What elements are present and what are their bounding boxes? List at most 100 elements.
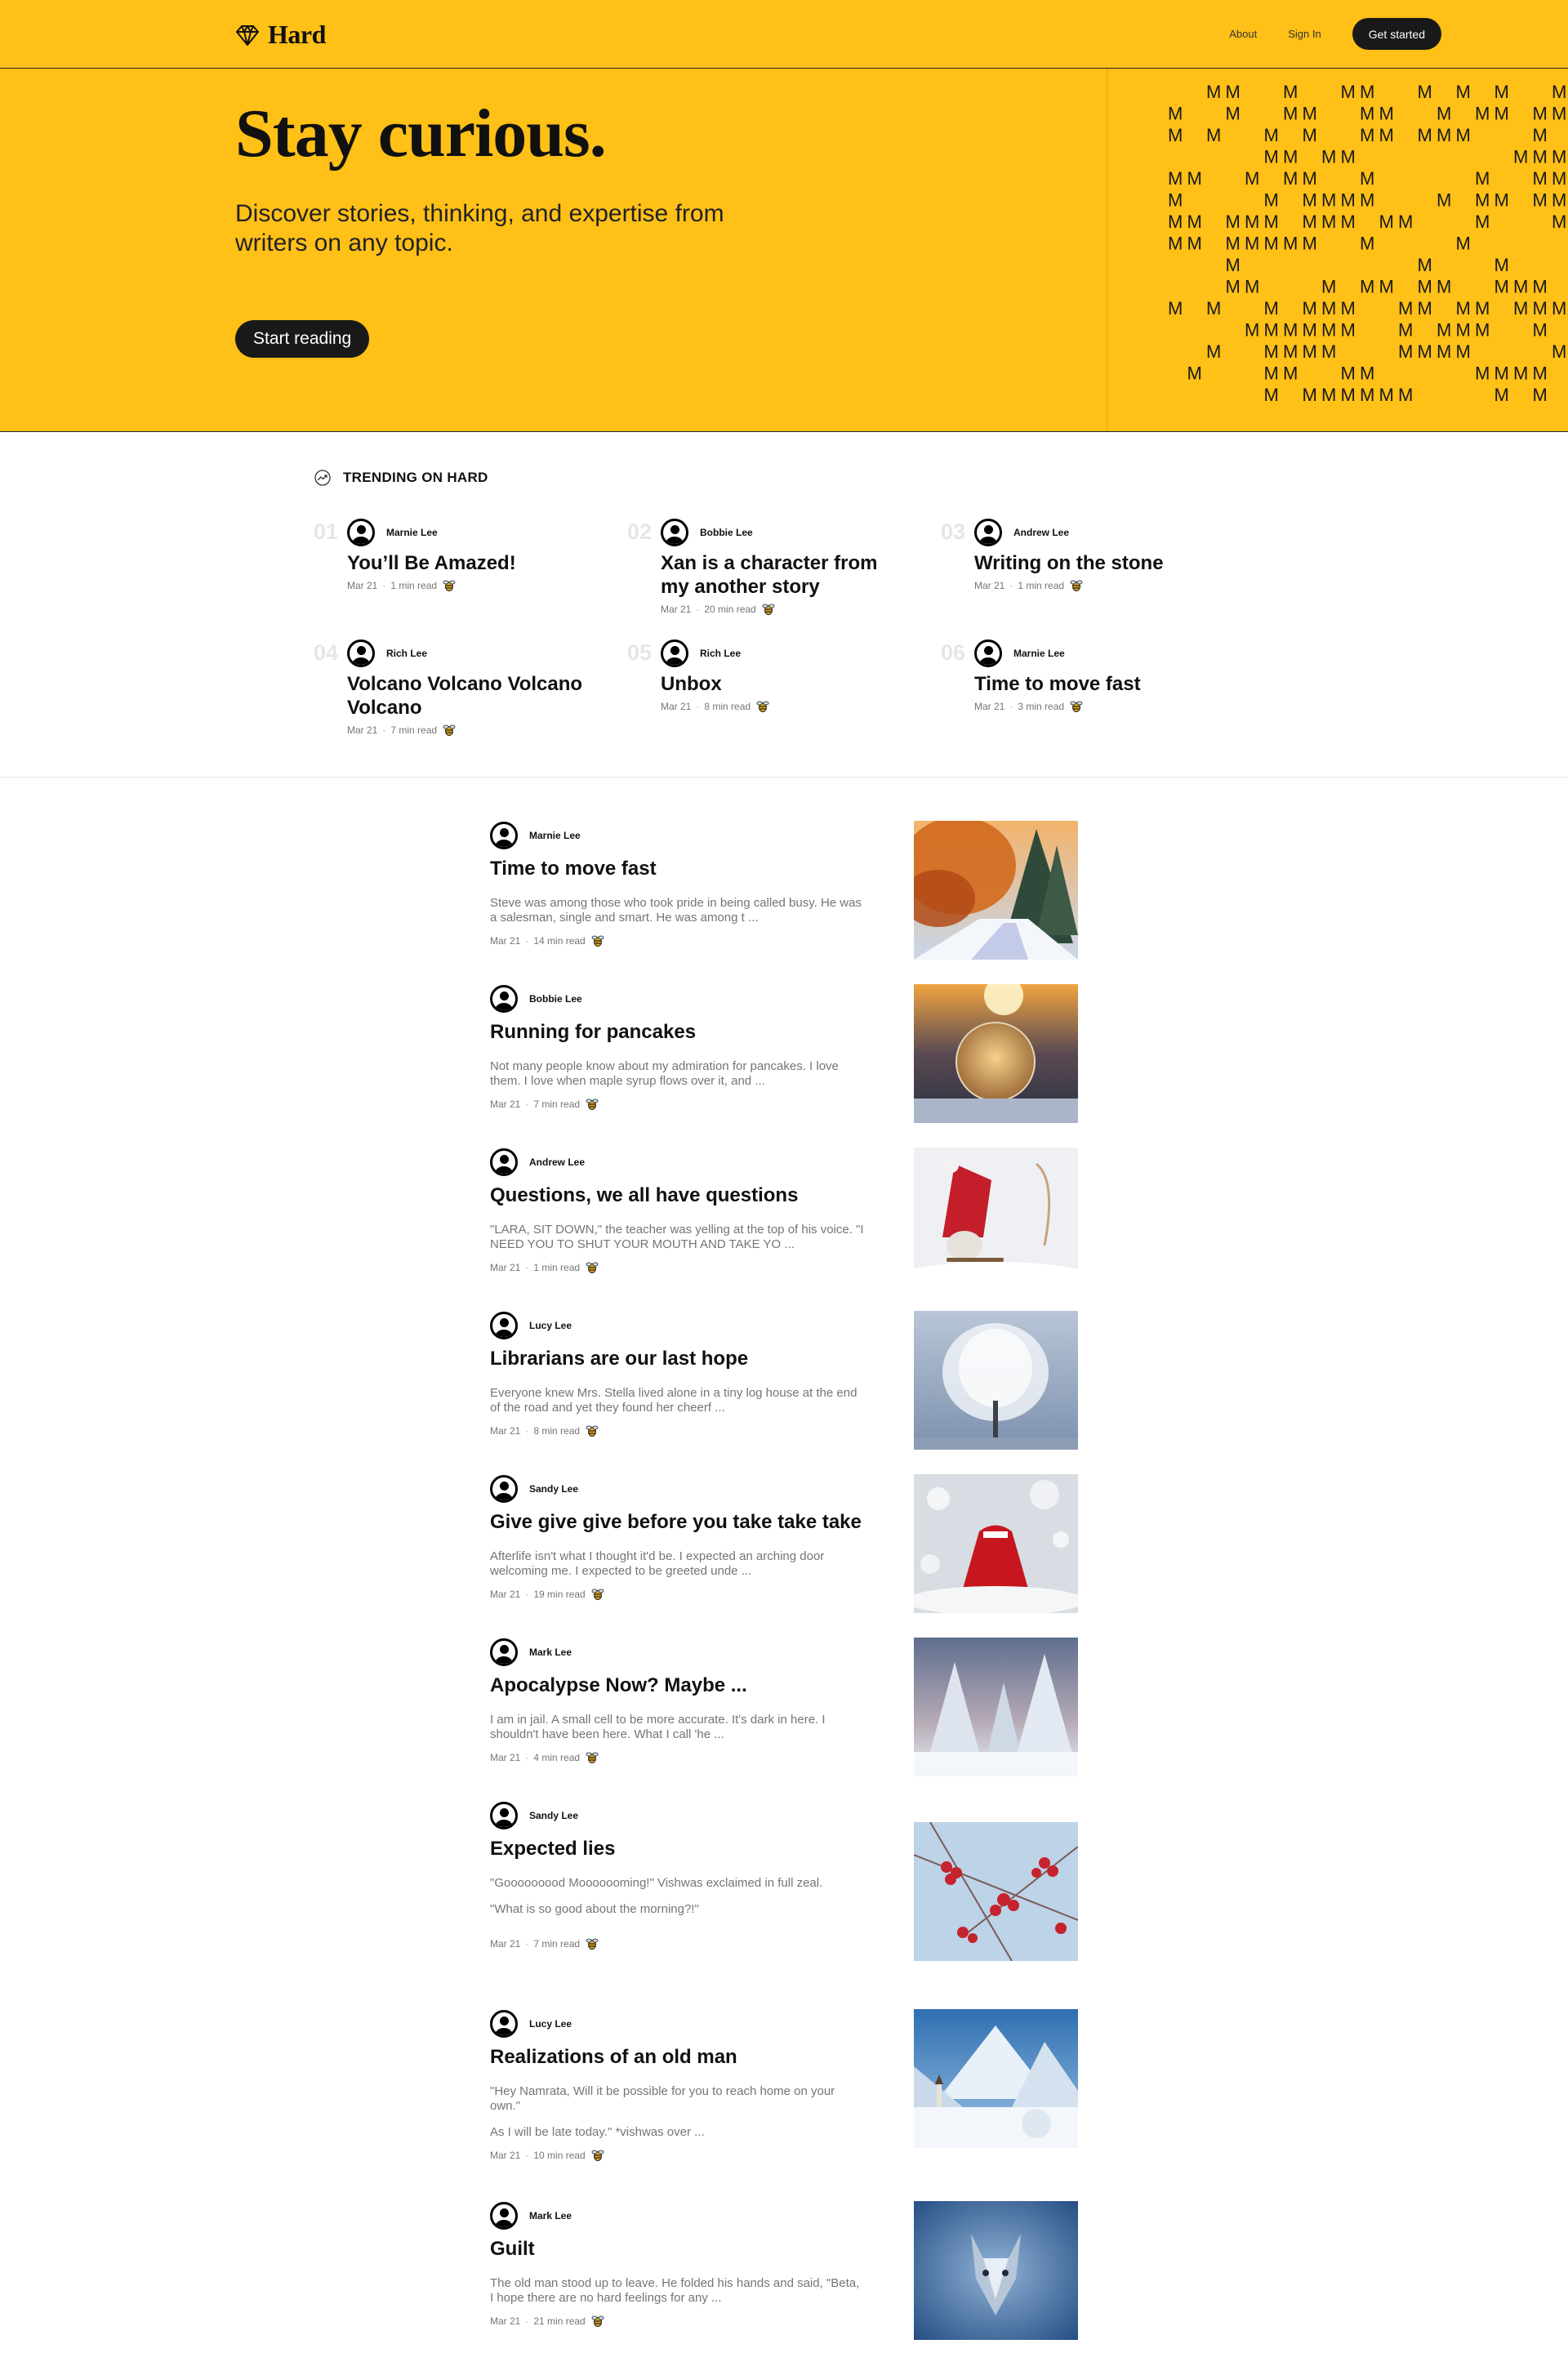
avatar[interactable] (490, 1148, 518, 1176)
avatar[interactable] (661, 519, 688, 546)
pattern-letter: M (1206, 341, 1221, 362)
autumn-snow-path-thumbnail[interactable] (914, 821, 1078, 960)
frozen-bubble-sunset-thumbnail[interactable] (914, 984, 1078, 1123)
pattern-letter: M (1226, 234, 1241, 254)
gnome-on-sled-thumbnail[interactable] (914, 1148, 1078, 1286)
pattern-letter: M (1226, 212, 1241, 232)
author-name[interactable]: Marnie Lee (386, 527, 438, 538)
author-name[interactable]: Andrew Lee (1013, 527, 1069, 538)
avatar[interactable] (490, 2202, 518, 2230)
pattern-letter: M (1494, 363, 1509, 384)
pattern-letter: M (1226, 82, 1241, 102)
author-name[interactable]: Rich Lee (386, 648, 427, 659)
pattern-letter: M (1264, 125, 1279, 145)
avatar[interactable] (347, 639, 375, 667)
pattern-letter: M (1475, 320, 1490, 341)
wolf-blue-thumbnail[interactable] (914, 2201, 1078, 2340)
red-berries-frost-thumbnail[interactable] (914, 1822, 1078, 1961)
post-date: Mar 21 (347, 580, 378, 591)
author-name[interactable]: Bobbie Lee (700, 527, 753, 538)
author-name[interactable]: Sandy Lee (529, 1810, 578, 1821)
pattern-letter: M (1437, 190, 1451, 211)
pattern-letter: M (1513, 277, 1528, 297)
avatar[interactable] (490, 1802, 518, 1829)
pattern-letter: M (1360, 363, 1374, 384)
avatar[interactable] (490, 985, 518, 1013)
trending-title-link[interactable]: You’ll Be Amazed! (347, 551, 592, 575)
get-started-button[interactable]: Get started (1352, 18, 1441, 50)
avatar[interactable] (974, 519, 1002, 546)
snowy-pines-thumbnail[interactable] (914, 1638, 1078, 1776)
avatar[interactable] (974, 639, 1002, 667)
pattern-letter: M (1360, 234, 1374, 254)
story-title[interactable]: Librarians are our last hope (490, 1347, 866, 1371)
pattern-letter: M (1360, 104, 1374, 124)
sign-in-link[interactable]: Sign In (1288, 28, 1321, 40)
pattern-letter: M (1226, 104, 1241, 124)
pattern-letter: M (1187, 212, 1202, 232)
mountain-church-thumbnail[interactable] (914, 2009, 1078, 2148)
story-title[interactable]: Questions, we all have questions (490, 1183, 866, 1208)
author-name[interactable]: Sandy Lee (529, 1483, 578, 1495)
pattern-letter: M (1418, 82, 1432, 102)
author-name[interactable]: Mark Lee (529, 2210, 572, 2222)
post-date: Mar 21 (490, 1938, 521, 1950)
trending-title-link[interactable]: Unbox (661, 672, 906, 696)
pattern-letter: M (1245, 320, 1259, 341)
avatar[interactable] (490, 822, 518, 849)
trending-title-link[interactable]: Xan is a character from my another story (661, 551, 906, 599)
avatar[interactable] (490, 1638, 518, 1666)
pattern-letter: M (1321, 277, 1336, 297)
story-title[interactable]: Apocalypse Now? Maybe ... (490, 1673, 866, 1698)
author-name[interactable]: Rich Lee (700, 648, 741, 659)
trending-title-link[interactable]: Time to move fast (974, 672, 1219, 696)
pattern-letter: M (1321, 147, 1336, 167)
hero-subtitle: Discover stories, thinking, and expertis… (235, 200, 724, 256)
trending-title-link[interactable]: Writing on the stone (974, 551, 1219, 575)
pattern-letter: M (1379, 104, 1394, 124)
bee-icon (1069, 699, 1084, 714)
post-meta: Mar 21 · 3 min read (974, 699, 1219, 714)
story-title[interactable]: Realizations of an old man (490, 2045, 866, 2070)
story-snippet: "LARA, SIT DOWN," the teacher was yellin… (490, 1223, 864, 1251)
post-meta: Mar 21 · 7 min read (490, 1097, 866, 1112)
author-name[interactable]: Lucy Lee (529, 2018, 572, 2030)
story-title[interactable]: Running for pancakes (490, 1020, 866, 1045)
pattern-letter: M (1245, 277, 1259, 297)
author-name[interactable]: Mark Lee (529, 1647, 572, 1658)
about-link[interactable]: About (1229, 28, 1257, 40)
pattern-letter: M (1456, 298, 1471, 319)
avatar[interactable] (490, 1312, 518, 1339)
avatar[interactable] (490, 1475, 518, 1503)
author-name[interactable]: Marnie Lee (529, 830, 581, 841)
pattern-letter: M (1321, 298, 1336, 319)
read-time: 7 min read (390, 724, 438, 736)
author-name[interactable]: Andrew Lee (529, 1156, 585, 1168)
avatar[interactable] (661, 639, 688, 667)
pattern-letter: M (1552, 298, 1566, 319)
pattern-letter: M (1321, 190, 1336, 211)
pattern-letter: M (1264, 363, 1279, 384)
story-title[interactable]: Give give give before you take take take (490, 1510, 866, 1535)
avatar[interactable] (490, 2010, 518, 2038)
start-reading-button[interactable]: Start reading (235, 320, 370, 358)
avatar[interactable] (347, 519, 375, 546)
author-name[interactable]: Lucy Lee (529, 1320, 572, 1331)
story-title[interactable]: Guilt (490, 2237, 866, 2262)
story-title[interactable]: Time to move fast (490, 857, 866, 881)
author-name[interactable]: Bobbie Lee (529, 993, 582, 1005)
author-name[interactable]: Marnie Lee (1013, 648, 1065, 659)
red-gift-bag-snow-thumbnail[interactable] (914, 1474, 1078, 1613)
trending-title-link[interactable]: Volcano Volcano Volcano Volcano (347, 672, 592, 720)
pattern-letter: M (1321, 385, 1336, 405)
top-nav-bar: Hard About Sign In Get started (0, 0, 1568, 69)
story-title[interactable]: Expected lies (490, 1837, 866, 1861)
read-time: 21 min read (533, 2315, 586, 2327)
brand-logo[interactable]: Hard (235, 20, 326, 50)
frosted-tree-thumbnail[interactable] (914, 1311, 1078, 1450)
pattern-letter: M (1360, 190, 1374, 211)
pattern-letter: M (1341, 320, 1356, 341)
bee-icon (585, 1097, 599, 1112)
read-time: 19 min read (533, 1589, 586, 1600)
pattern-letter: M (1187, 234, 1202, 254)
